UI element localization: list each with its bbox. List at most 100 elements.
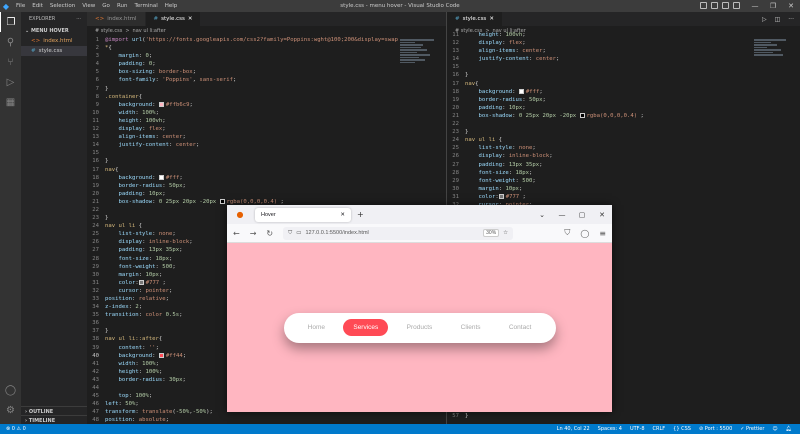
run-debug-icon[interactable]: ▷ — [0, 72, 21, 92]
folder-name: MENU HOVER — [30, 28, 69, 34]
customize-layout-icon[interactable] — [733, 2, 740, 9]
run-icon[interactable]: ▷ — [762, 16, 767, 23]
live-server-port[interactable]: ⊘ Port : 5500 — [699, 426, 732, 432]
indentation[interactable]: Spaces: 4 — [598, 426, 622, 432]
source-control-icon[interactable]: ⑂ — [0, 52, 21, 72]
file-style-css[interactable]: # style.css — [21, 46, 87, 56]
split-editor-icon[interactable]: ◫ — [775, 16, 781, 23]
html-file-icon: <> — [95, 16, 105, 22]
nav-item-clients[interactable]: Clients — [451, 319, 491, 336]
layout-controls — [700, 2, 740, 9]
minimap-right[interactable] — [754, 38, 792, 78]
cursor-position[interactable]: Ln 40, Col 22 — [557, 426, 590, 432]
back-icon[interactable]: ← — [233, 229, 240, 238]
firefox-logo-icon: ● — [236, 210, 244, 219]
code-view-right-bottom[interactable]: 57} — [447, 412, 468, 420]
menu-go[interactable]: Go — [102, 3, 110, 9]
pocket-icon[interactable]: ⛉ — [564, 228, 570, 238]
language-mode[interactable]: {} CSS — [673, 426, 691, 432]
browser-tab-hover[interactable]: Hover ✕ — [255, 207, 351, 222]
breadcrumb-file[interactable]: # style.css — [95, 28, 122, 34]
account-icon[interactable]: ◯ — [0, 380, 21, 400]
browser-tab-close-icon[interactable]: ✕ — [340, 212, 345, 218]
manage-gear-icon[interactable]: ⚙ — [0, 400, 21, 420]
breadcrumb: # style.css > nav ul li:after — [87, 26, 446, 36]
tab-style-css-right[interactable]: # style.css ✕ — [447, 12, 503, 26]
code-view-right[interactable]: 11 height: 100vh; 12 display: flex; 13 a… — [447, 31, 800, 209]
feedback-icon[interactable]: ☺ — [772, 426, 777, 432]
extensions-icon[interactable]: ▦ — [0, 92, 21, 112]
tab-index-html[interactable]: <> index.html — [87, 12, 146, 26]
account-icon[interactable]: ◯ — [580, 229, 589, 238]
menu-view[interactable]: View — [82, 3, 95, 9]
forward-icon[interactable]: → — [250, 229, 257, 238]
encoding[interactable]: UTF-8 — [630, 426, 645, 432]
browser-nav-bar: ← → ↻ ⛉ ▭ 127.0.0.1:5500/index.html 30% … — [227, 224, 612, 243]
zoom-level[interactable]: 30% — [483, 229, 500, 237]
window-controls: — ❐ ✕ — [746, 0, 800, 12]
breadcrumb-separator: > — [125, 28, 130, 34]
tab-close-icon[interactable]: ✕ — [188, 16, 193, 22]
file-index-html[interactable]: <> index.html — [21, 36, 87, 46]
notifications-bell-icon[interactable]: 🔔︎ — [786, 426, 792, 432]
tab-list-chevron-icon[interactable]: ⌄ — [532, 211, 552, 219]
file-label: index.html — [43, 38, 73, 44]
title-bar: ◆ File Edit Selection View Go Run Termin… — [0, 0, 800, 12]
css-file-icon: # — [153, 16, 159, 22]
menu-help[interactable]: Help — [165, 3, 178, 9]
url-text: 127.0.0.1:5500/index.html — [305, 230, 369, 236]
browser-close-icon[interactable]: ✕ — [592, 211, 612, 219]
tab-label: style.css — [462, 16, 487, 22]
prettier-status[interactable]: ✓ Prettier — [740, 426, 764, 432]
browser-minimize-icon[interactable]: — — [552, 211, 572, 219]
css-file-icon: # — [455, 16, 460, 22]
app-menu-icon[interactable]: ≡ — [599, 229, 606, 238]
menu-file[interactable]: File — [16, 3, 25, 9]
tab-close-icon[interactable]: ✕ — [489, 16, 494, 22]
close-icon[interactable]: ✕ — [782, 0, 800, 12]
toggle-sidebar-icon[interactable] — [700, 2, 707, 9]
nav-item-home[interactable]: Home — [298, 319, 335, 336]
toggle-panel-icon[interactable] — [711, 2, 718, 9]
new-tab-icon[interactable]: + — [357, 210, 364, 219]
editor-actions: ▷ ◫ ··· — [762, 12, 800, 26]
menu-selection[interactable]: Selection — [50, 3, 75, 9]
left-editor-tabs: <> index.html # style.css ✕ — [87, 12, 446, 26]
page-content: Home Services Products Clients Contact — [227, 243, 612, 412]
file-label: style.css — [38, 48, 63, 54]
nav-item-products[interactable]: Products — [397, 319, 443, 336]
tab-style-css[interactable]: # style.css ✕ — [145, 12, 202, 26]
menu-terminal[interactable]: Terminal — [134, 3, 157, 9]
nav-item-services[interactable]: Services — [343, 319, 389, 336]
breadcrumb-symbol[interactable]: nav ul li:after — [133, 28, 166, 34]
browser-tab-bar: ● Hover ✕ + ⌄ — ▢ ✕ — [227, 205, 612, 224]
menu-edit[interactable]: Edit — [32, 3, 43, 9]
page-info-icon[interactable]: ▭ — [296, 230, 301, 236]
reload-icon[interactable]: ↻ — [266, 229, 273, 238]
problems-indicator[interactable]: ⊗ 0 ⚠ 0 — [6, 426, 26, 432]
line-ending[interactable]: CRLF — [653, 426, 666, 432]
explorer-header: EXPLORER ··· — [21, 12, 87, 26]
search-icon[interactable]: ⚲ — [0, 32, 21, 52]
browser-maximize-icon[interactable]: ▢ — [572, 211, 592, 219]
explorer-sidebar: EXPLORER ··· ⌄ MENU HOVER <> index.html … — [21, 12, 87, 424]
nav-item-contact[interactable]: Contact — [499, 319, 541, 336]
activity-bar: ❐ ⚲ ⑂ ▷ ▦ ◯ ⚙ — [0, 12, 21, 424]
restore-icon[interactable]: ❐ — [764, 0, 782, 12]
bookmark-star-icon[interactable]: ☆ — [503, 230, 508, 236]
minimap-left[interactable] — [400, 38, 438, 78]
explorer-icon[interactable]: ❐ — [0, 12, 21, 32]
toggle-secondary-sidebar-icon[interactable] — [722, 2, 729, 9]
menu-run[interactable]: Run — [117, 3, 128, 9]
firefox-window: ● Hover ✕ + ⌄ — ▢ ✕ ← → ↻ ⛉ ▭ 127.0.0.1:… — [227, 205, 612, 412]
url-bar[interactable]: ⛉ ▭ 127.0.0.1:5500/index.html 30% ☆ — [283, 226, 514, 240]
more-actions-icon[interactable]: ··· — [788, 16, 794, 23]
more-actions-icon[interactable]: ··· — [76, 16, 81, 22]
browser-tab-title: Hover — [261, 211, 276, 218]
css-file-icon: # — [31, 48, 36, 54]
minimize-icon[interactable]: — — [746, 0, 764, 12]
menu-bar: File Edit Selection View Go Run Terminal… — [16, 3, 177, 9]
folder-section[interactable]: ⌄ MENU HOVER — [21, 26, 87, 36]
shield-icon[interactable]: ⛉ — [288, 230, 292, 237]
browser-window-controls: ⌄ — ▢ ✕ — [532, 205, 612, 224]
